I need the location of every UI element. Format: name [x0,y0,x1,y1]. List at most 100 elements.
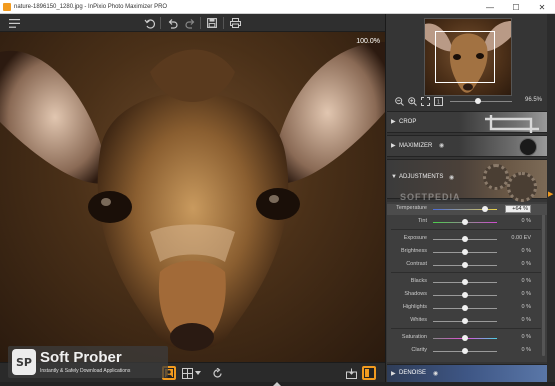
chevron-right-icon: ▶ [391,119,396,125]
title-bar: nature-1896150_1280.jpg - InPixio Photo … [0,0,555,14]
adjustment-value: 0 % [521,334,531,340]
adjustment-value: 0 % [521,218,531,224]
adjustment-slider-thumb[interactable] [462,249,468,255]
adjustment-row: Clarity 0 % [387,346,547,357]
adjustment-group-divider [391,328,541,329]
chevron-right-icon: ▶ [391,143,396,149]
section-denoise-label: DENOISE [399,370,427,376]
adjustment-label: Blacks [410,278,427,284]
adjustment-value: 0 % [521,278,531,284]
section-denoise[interactable]: ▶ DENOISE ◉ [387,364,547,382]
adjustment-slider-thumb[interactable] [462,292,468,298]
adjustment-value: 0.00 EV [511,235,531,241]
toolbar-divider [160,17,161,29]
adjustment-slider-thumb[interactable] [462,236,468,242]
gear-icon [507,172,537,202]
adjustment-row: Brightness 0 % [387,247,547,258]
rotate-icon[interactable] [210,366,224,380]
adjustment-label: Tint [418,218,427,224]
menu-icon[interactable] [8,17,20,29]
split-panel-icon[interactable] [362,366,376,380]
adjustment-row: Highlights 0 % [387,303,547,314]
canvas-zoom-label: 100.0% [356,38,380,45]
navigator-viewport-frame[interactable] [435,31,495,83]
adjustment-label: Highlights [402,304,427,310]
section-maximizer-label: MAXIMIZER [399,143,433,149]
panel-collapse-tab[interactable]: ▶ [547,14,555,382]
print-icon[interactable] [229,17,241,29]
zoom-slider-track[interactable] [450,101,512,102]
app-icon [3,2,11,11]
chevron-down-icon: ▼ [391,174,397,180]
status-strip [0,382,555,386]
adjustment-row: Whites 0 % [387,316,547,327]
redo-icon[interactable] [184,17,196,29]
maximize-button[interactable]: ☐ [503,0,529,14]
adjustment-slider-thumb[interactable] [462,335,468,341]
adjustment-row: Shadows 0 % [387,290,547,301]
adjustment-value[interactable]: +64 % [505,205,531,213]
adjustment-slider-thumb[interactable] [462,318,468,324]
adjustment-slider-thumb[interactable] [462,305,468,311]
navigator-thumbnail[interactable] [424,18,512,96]
adjustment-slider-thumb[interactable] [462,348,468,354]
adjustment-row: Contrast 0 % [387,260,547,271]
adjustment-row: Exposure 0.00 EV [387,234,547,245]
zoom-slider-thumb[interactable] [474,98,481,104]
photo-canvas[interactable]: 100.0% [0,32,385,362]
chevron-right-icon: ▶ [391,371,396,377]
undo-history-icon[interactable] [143,17,155,29]
adjustment-slider-thumb[interactable] [462,279,468,285]
adjustment-label: Whites [410,317,427,323]
adjustment-slider-thumb[interactable] [462,262,468,268]
chevron-down-icon[interactable] [194,366,202,380]
zoom-in-icon[interactable] [407,96,417,106]
adjustment-label: Exposure [403,235,427,241]
adjustment-value: 0 % [521,248,531,254]
adjustment-label: Brightness [401,248,427,254]
adjustment-value: 0 % [521,291,531,297]
adjustments-panel: Temperature +64 % Tint 0 % Exposure 0.00 EV Br… [387,202,547,362]
adjustment-value: 0 % [521,261,531,267]
compare-view-icon[interactable] [180,366,194,380]
eye-icon[interactable]: ◉ [439,142,444,149]
adjustment-row: Blacks 0 % [387,277,547,288]
chevron-up-icon[interactable] [273,382,281,386]
window-controls: — ☐ ✕ [477,0,555,14]
fit-to-screen-icon[interactable] [420,96,430,106]
save-icon[interactable] [206,17,218,29]
adjustment-value: 0 % [521,317,531,323]
adjustment-slider-thumb[interactable] [462,219,468,225]
section-crop[interactable]: ▶ CROP [387,111,547,133]
actual-size-icon[interactable]: 1 [433,96,443,106]
eye-icon[interactable]: ◉ [449,174,454,181]
watermark-subtitle: Instantly & Safely Download Applications [40,368,131,374]
undo-icon[interactable] [166,17,178,29]
section-maximizer[interactable]: ▶ MAXIMIZER ◉ [387,135,547,157]
crop-illustration-icon [485,115,539,133]
adjustment-label: Clarity [411,347,427,353]
gear-icon [483,164,509,190]
svg-text:1: 1 [436,99,439,105]
zoom-out-icon[interactable] [394,96,404,106]
toolbar-divider [200,17,201,29]
dik-dik-photo [0,42,385,351]
adjustment-row: Saturation 0 % [387,333,547,344]
adjustment-row: Tint 0 % [387,217,547,228]
adjustment-value: 0 % [521,304,531,310]
softpedia-watermark: SOFTPEDIA [400,192,461,202]
section-adjustments-label: ADJUSTMENTS [399,174,444,180]
adjustment-group-divider [391,272,541,273]
eye-icon[interactable]: ◉ [433,370,438,377]
minimize-button[interactable]: — [477,0,503,14]
adjustment-row: Temperature +64 % [387,204,547,215]
export-icon[interactable] [344,366,358,380]
adjustment-label: Shadows [404,291,427,297]
toolbar-divider [223,17,224,29]
close-button[interactable]: ✕ [529,0,555,14]
adjustment-label: Contrast [406,261,427,267]
adjustment-slider-thumb[interactable] [482,206,489,212]
watermark-title: Soft Prober [40,349,122,366]
adjustment-label: Temperature [396,205,427,211]
window-title: nature-1896150_1280.jpg - InPixio Photo … [14,3,168,10]
